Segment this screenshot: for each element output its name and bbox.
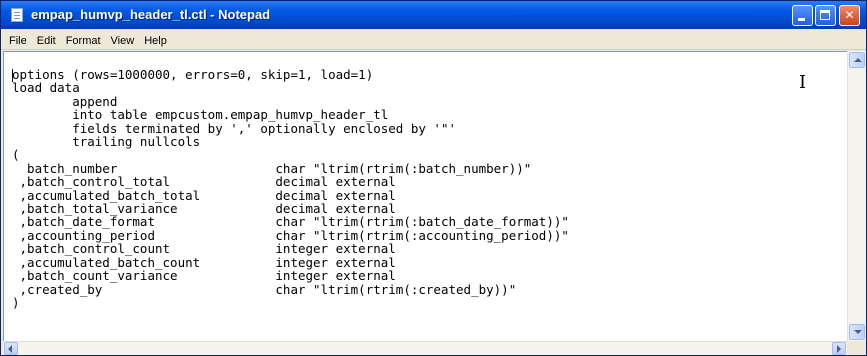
size-grip[interactable]: [847, 341, 866, 355]
scroll-down-button[interactable]: [849, 324, 865, 340]
menu-help[interactable]: Help: [139, 32, 172, 49]
vertical-scrollbar[interactable]: [847, 51, 866, 341]
close-icon: ✕: [844, 8, 855, 22]
text-caret: [12, 69, 13, 82]
minimize-button[interactable]: [792, 5, 813, 26]
menu-edit[interactable]: Edit: [32, 32, 61, 49]
menu-file[interactable]: File: [4, 32, 32, 49]
maximize-icon: [820, 10, 830, 20]
text-editor[interactable]: options (rows=1000000, errors=0, skip=1,…: [3, 51, 847, 341]
menu-bar: File Edit Format View Help: [1, 29, 866, 50]
horizontal-scrollbar[interactable]: [3, 341, 847, 355]
close-button[interactable]: ✕: [839, 5, 860, 26]
arrow-left-icon: [8, 345, 12, 353]
minimize-icon: [798, 18, 805, 21]
scroll-right-button[interactable]: [832, 342, 846, 355]
text-cursor-icon: I: [799, 72, 807, 93]
scroll-up-button[interactable]: [849, 52, 865, 68]
arrow-down-icon: [854, 330, 862, 334]
arrow-right-icon: [837, 345, 841, 353]
arrow-up-icon: [854, 58, 862, 62]
title-bar[interactable]: empap_humvp_header_tl.ctl - Notepad ✕: [1, 1, 866, 29]
maximize-button[interactable]: [815, 5, 836, 26]
menu-format[interactable]: Format: [61, 32, 106, 49]
editor-content[interactable]: options (rows=1000000, errors=0, skip=1,…: [12, 68, 569, 309]
scroll-left-button[interactable]: [4, 342, 18, 355]
window-title: empap_humvp_header_tl.ctl - Notepad: [31, 7, 271, 22]
menu-view[interactable]: View: [106, 32, 140, 49]
notepad-icon[interactable]: [11, 8, 23, 22]
notepad-window: empap_humvp_header_tl.ctl - Notepad ✕ Fi…: [0, 0, 867, 356]
